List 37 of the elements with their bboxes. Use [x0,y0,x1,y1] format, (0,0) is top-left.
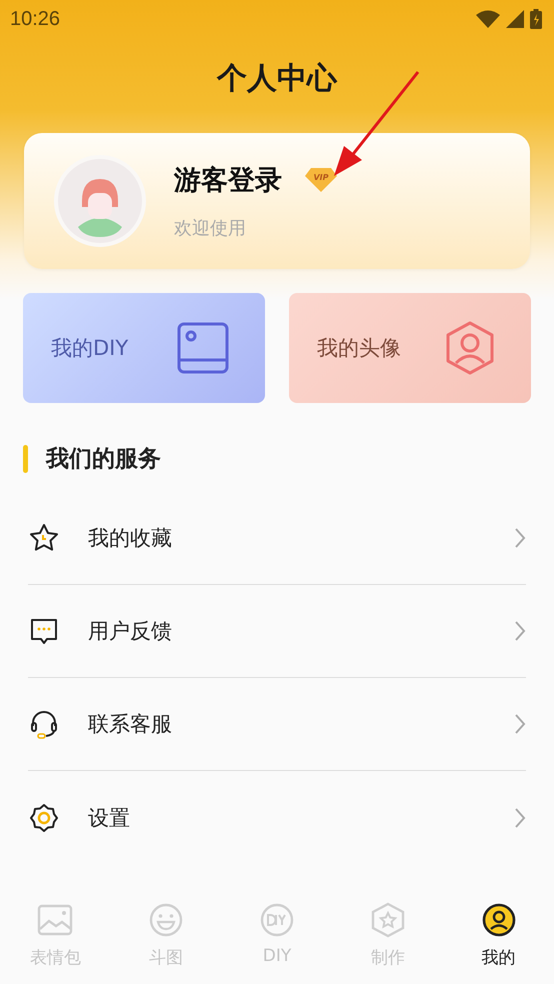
section-accent [23,444,28,472]
menu-item[interactable]: 我的收藏 [28,492,526,585]
nav-tab[interactable]: 我的 [443,892,554,984]
profile-card[interactable]: 游客登录 VIP 欢迎使用 [24,133,530,269]
shortcut-card[interactable]: 我的DIY [23,293,265,403]
menu-label: 设置 [88,804,131,832]
user-circle-icon [480,902,517,938]
section-title: 我们的服务 [46,445,161,474]
user-hexagon-icon [445,321,495,375]
shortcut-card[interactable]: 我的头像 [289,293,531,403]
user-name: 游客登录 [174,164,282,198]
vip-badge: VIP [304,167,338,193]
chevron-icon [514,620,526,642]
chevron-icon [514,527,526,549]
photo-frame-icon [177,322,229,374]
shortcut-label: 我的DIY [51,335,128,362]
headset-icon [28,708,60,740]
settings-icon [28,802,60,834]
welcome-text: 欢迎使用 [174,217,247,240]
menu-item[interactable]: 用户反馈 [28,585,526,678]
menu-item[interactable]: 联系客服 [28,678,526,771]
image-icon [37,902,74,938]
status-time: 10:26 [10,8,60,30]
hexagon-star-icon [370,902,406,938]
battery-icon [530,9,542,29]
menu-label: 我的收藏 [88,525,173,552]
menu-label: 用户反馈 [88,618,173,645]
page-title: 个人中心 [217,60,337,98]
smile-icon [148,902,184,938]
shortcut-label: 我的头像 [317,335,401,362]
wifi-icon [476,10,500,28]
menu-label: 联系客服 [88,711,173,738]
menu-item[interactable]: 设置 [28,771,526,864]
diy-circle-icon [258,902,295,938]
signal-icon [506,10,524,28]
chevron-icon [514,806,526,828]
chevron-icon [514,713,526,735]
